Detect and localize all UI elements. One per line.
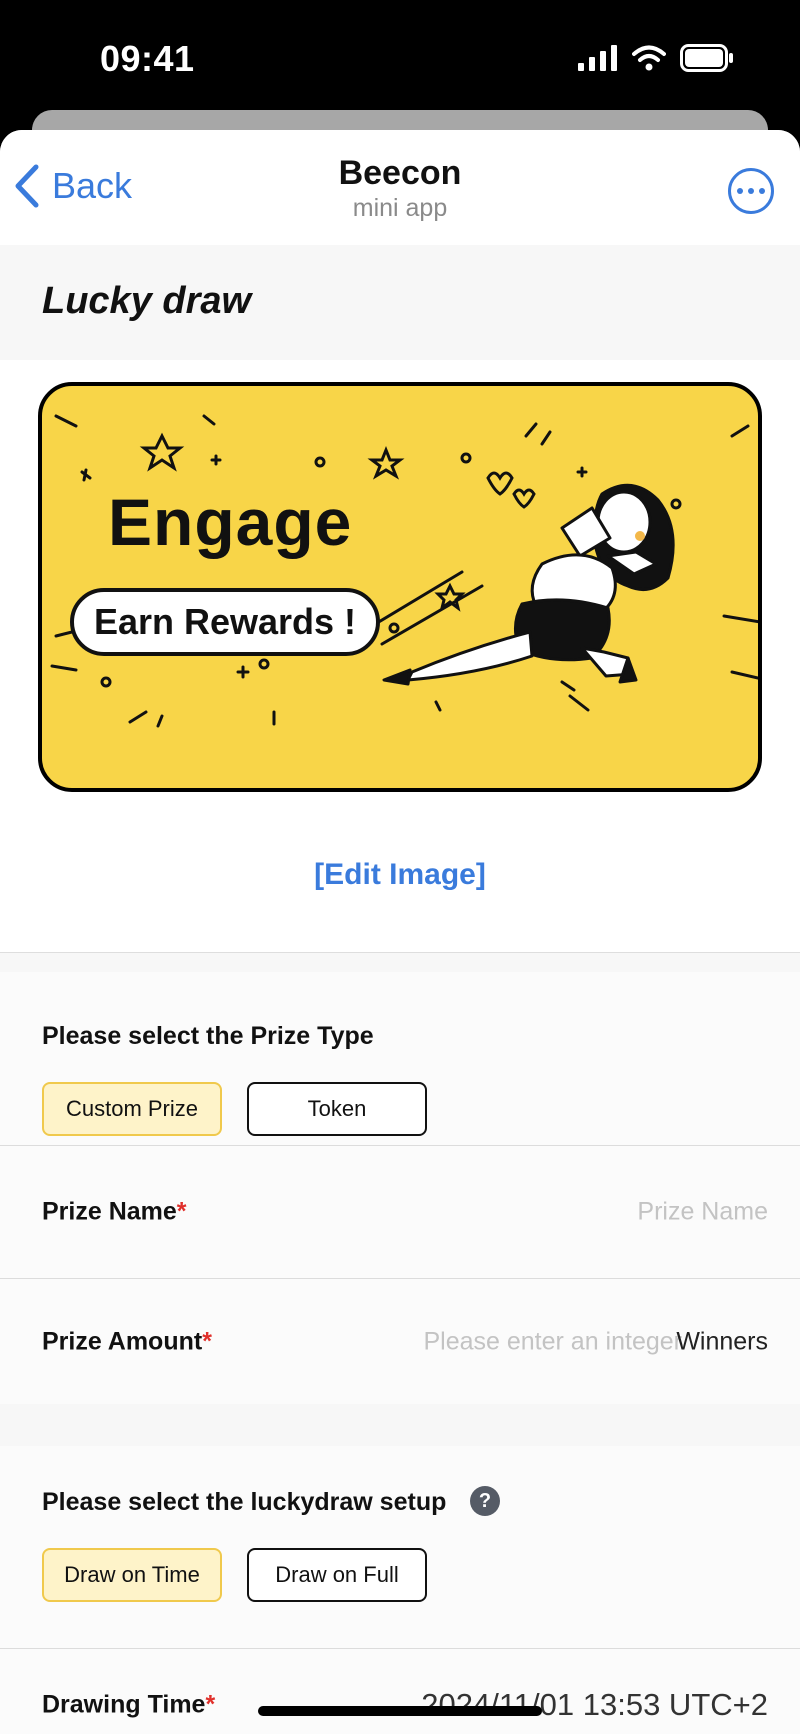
drawing-time-label: Drawing Time* [42,1690,216,1719]
more-options-button[interactable] [728,168,774,214]
more-dots-icon [737,188,743,194]
mini-app-sheet: Back Beecon mini app Lucky draw Engage E… [0,130,800,1734]
required-mark: * [205,1690,216,1719]
prize-amount-label: Prize Amount* [42,1327,212,1355]
draw-on-time-chip[interactable]: Draw on Time [42,1548,222,1602]
draw-setup-label: Please select the luckydraw setup [42,1488,447,1516]
status-bar: 09:41 [0,0,800,110]
home-indicator [258,1706,542,1716]
prize-type-custom-chip[interactable]: Custom Prize [42,1082,222,1136]
prize-type-section: Please select the Prize Type Custom Priz… [0,972,800,1158]
prize-name-label: Prize Name* [42,1197,187,1226]
edit-image-link[interactable]: [Edit Image] [0,858,800,892]
wifi-icon [632,45,666,71]
prize-type-label: Please select the Prize Type [42,1022,374,1050]
prize-type-token-chip[interactable]: Token [247,1082,427,1136]
banner-section: Engage Earn Rewards ! [Edit Image] [0,360,800,953]
app-subtitle: mini app [352,194,448,222]
winners-suffix: Winners [676,1327,768,1355]
required-mark: * [202,1327,212,1355]
drawing-time-row[interactable]: Drawing Time* 2024/11/01 13:53 UTC+2 [0,1648,800,1734]
banner-headline: Engage [108,485,353,559]
status-time: 09:41 [100,38,195,79]
prize-name-row: Prize Name* [0,1145,800,1278]
prize-amount-input[interactable] [382,1327,682,1356]
drawing-time-value[interactable]: 2024/11/01 13:53 UTC+2 [421,1687,768,1723]
help-icon[interactable]: ? [470,1486,500,1516]
page-title: Lucky draw [42,280,252,322]
banner-pill: Earn Rewards ! [70,588,380,656]
cellular-signal-icon [578,45,617,71]
prize-name-input[interactable] [338,1197,768,1227]
app-title: Beecon [338,154,462,192]
status-icons [578,44,734,72]
required-mark: * [176,1197,187,1226]
draw-setup-section: Please select the luckydraw setup ? Draw… [0,1446,800,1648]
banner-image: Engage Earn Rewards ! [38,382,762,792]
nav-bar: Back Beecon mini app [0,130,800,245]
prize-amount-row: Prize Amount* Winners [0,1278,800,1404]
draw-on-full-chip[interactable]: Draw on Full [247,1548,427,1602]
battery-icon [680,44,733,72]
